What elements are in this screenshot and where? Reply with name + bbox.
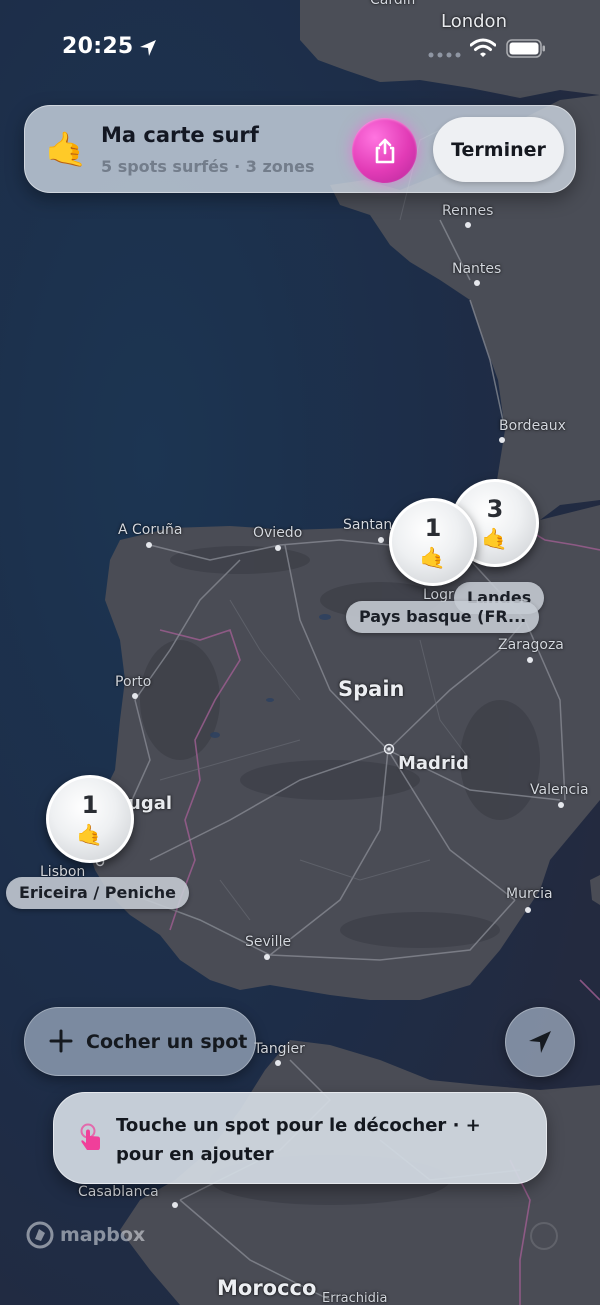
place-label: Morocco <box>217 1276 317 1300</box>
mapbox-attribution[interactable]: mapbox <box>26 1220 145 1250</box>
plus-icon <box>49 1029 73 1053</box>
locate-me-button[interactable] <box>505 1007 575 1077</box>
shaka-emoji-icon: 🤙 <box>76 823 104 847</box>
marker-count: 1 <box>424 514 442 542</box>
header-card: 🤙 Ma carte surf 5 spots surfés · 3 zones… <box>24 105 576 193</box>
map-info-button[interactable] <box>530 1222 558 1250</box>
place-label: Valencia <box>530 782 589 798</box>
shaka-emoji-icon: 🤙 <box>45 130 88 170</box>
place-label: Oviedo <box>253 525 303 541</box>
hint-toast: Touche un spot pour le décocher · + pour… <box>53 1092 547 1184</box>
spot-marker-ericeira[interactable]: 1 🤙 <box>46 775 134 863</box>
add-spot-button[interactable]: Cocher un spot <box>24 1007 256 1076</box>
page-subtitle: 5 spots surfés · 3 zones <box>101 157 315 176</box>
marker-label-pays-basque[interactable]: Pays basque (FR... <box>346 601 540 633</box>
wifi-icon <box>470 38 496 57</box>
capital-dot-center <box>387 747 391 751</box>
share-button[interactable] <box>352 118 417 183</box>
place-label: A Coruña <box>118 522 183 538</box>
mapbox-wordmark: mapbox <box>60 1224 146 1246</box>
place-label: ugal <box>128 793 173 814</box>
place-label: Rennes <box>442 203 494 219</box>
place-label: Santan <box>343 517 393 533</box>
hint-text: Touche un spot pour le décocher · + pour… <box>116 1115 481 1165</box>
place-label: Tangier <box>254 1041 305 1057</box>
place-label: London <box>441 11 507 32</box>
marker-label-ericeira[interactable]: Ericeira / Peniche <box>6 877 189 909</box>
mapbox-logo-icon <box>26 1221 54 1249</box>
finish-button[interactable]: Terminer <box>433 117 564 182</box>
signal-dots-icon <box>428 52 461 58</box>
place-label: Spain <box>338 677 405 701</box>
place-label: Porto <box>115 674 152 690</box>
place-label: Errachidia <box>322 1291 388 1305</box>
share-icon <box>375 138 394 163</box>
status-time: 20:25 <box>62 34 134 59</box>
spot-marker-pays-basque[interactable]: 1 🤙 <box>389 498 477 586</box>
tap-hand-icon <box>80 1123 100 1150</box>
place-label: Seville <box>245 934 292 950</box>
place-label: Madrid <box>398 753 469 774</box>
place-label: Cardiff <box>370 0 417 8</box>
battery-icon <box>506 39 545 58</box>
add-spot-label: Cocher un spot <box>86 1031 248 1053</box>
location-arrow-icon <box>140 40 156 56</box>
marker-count: 1 <box>81 791 99 819</box>
shaka-emoji-icon: 🤙 <box>419 546 447 570</box>
place-label: Bordeaux <box>499 418 566 434</box>
place-label: Casablanca <box>78 1184 159 1200</box>
navigation-arrow-icon <box>529 1031 551 1053</box>
place-label: Nantes <box>452 261 502 277</box>
place-label: Murcia <box>506 886 553 902</box>
page-title: Ma carte surf <box>101 123 259 147</box>
place-label: Zaragoza <box>498 637 564 653</box>
